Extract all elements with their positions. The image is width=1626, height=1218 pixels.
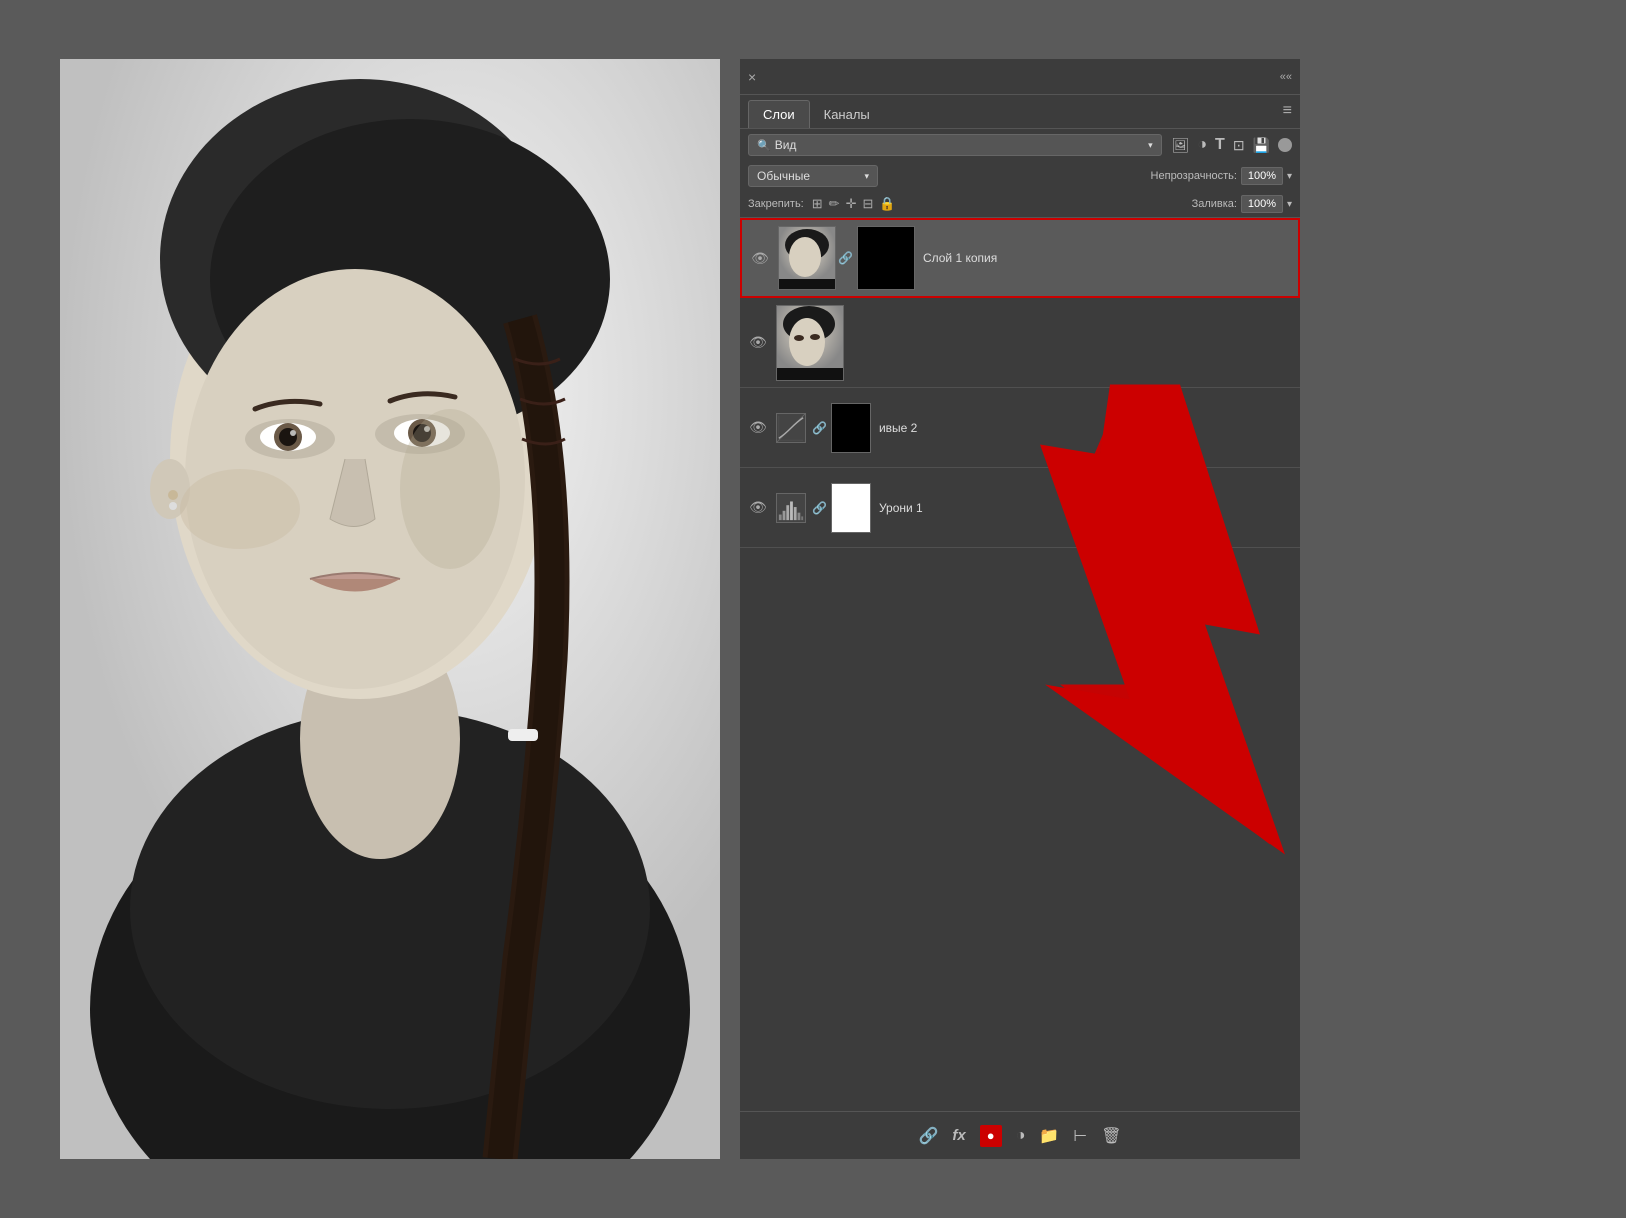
- opacity-arrow[interactable]: ▾: [1287, 171, 1292, 182]
- chain-icon-curves2: 🔗: [812, 421, 827, 435]
- layer-thumb-layer1copy: [778, 226, 836, 290]
- lock-all-icon[interactable]: 🔒: [879, 196, 895, 212]
- thumb-svg-layer1: [777, 306, 844, 381]
- blend-arrow: ▾: [864, 171, 869, 182]
- mask-thumb-curves2: [831, 403, 871, 453]
- mask-thumb-layer1copy: [857, 226, 915, 290]
- eye-icon-levels1[interactable]: 👁: [748, 500, 768, 516]
- lock-paint-icon[interactable]: ✏: [829, 196, 840, 212]
- blend-mode-label: Обычные: [757, 169, 810, 183]
- eye-symbol-layer1copy: 👁: [751, 250, 769, 267]
- circle-btn-label: ●: [987, 1128, 995, 1143]
- text-icon[interactable]: T: [1215, 136, 1225, 154]
- eye-symbol-layer1: 👁: [749, 334, 767, 351]
- eye-icon-layer1[interactable]: 👁: [748, 335, 768, 351]
- layer-name-layer1copy: Слой 1 копия: [923, 251, 1290, 265]
- half-circle-btn[interactable]: ◑: [1016, 1127, 1026, 1145]
- canvas-area: [60, 59, 720, 1159]
- eye-icon-layer1copy[interactable]: 👁: [750, 250, 770, 266]
- blend-mode-dropdown[interactable]: Обычные ▾: [748, 165, 878, 187]
- opacity-label: Непрозрачность:: [1151, 170, 1237, 182]
- lock-label: Закрепить:: [748, 198, 804, 210]
- filter-label: Вид: [775, 138, 797, 152]
- fill-arrow[interactable]: ▾: [1287, 199, 1292, 210]
- eye-symbol-levels1: 👁: [749, 499, 767, 516]
- save-icon[interactable]: 💾: [1253, 137, 1270, 154]
- mask-thumb-levels1: [831, 483, 871, 533]
- fill-label: Заливка:: [1192, 198, 1237, 210]
- layer-name-curves2: ивые 2: [879, 421, 1292, 435]
- panel-header: × ««: [740, 59, 1300, 95]
- lock-move-icon[interactable]: ✛: [846, 196, 857, 212]
- fill-value[interactable]: 100%: [1241, 195, 1283, 213]
- half-circle-icon[interactable]: ◑: [1197, 136, 1207, 154]
- new-layer-icon[interactable]: ●: [980, 1125, 1002, 1147]
- tab-layers[interactable]: Слои: [748, 100, 810, 128]
- toolbar-icons: 🖼 ◑ T ⊡ 💾: [1172, 136, 1292, 154]
- lock-fill-row: Закрепить: ⊞ ✏ ✛ ⊟ 🔒 Заливка: 100% ▾: [740, 191, 1300, 218]
- filter-dropdown[interactable]: 🔍 Вид ▾: [748, 134, 1162, 156]
- eye-symbol-curves2: 👁: [749, 419, 767, 436]
- opacity-value[interactable]: 100%: [1241, 167, 1283, 185]
- lock-pixels-icon[interactable]: ⊞: [812, 196, 823, 212]
- eye-icon-curves2[interactable]: 👁: [748, 420, 768, 436]
- layer-thumb-layer1: [776, 305, 844, 381]
- filter-arrow: ▾: [1148, 140, 1153, 151]
- chain-icon-levels1: 🔗: [812, 501, 827, 515]
- layer-item-levels1[interactable]: 👁 🔗: [740, 468, 1300, 548]
- dot-icon: [1278, 138, 1292, 152]
- trash-icon[interactable]: 🗑: [1101, 1126, 1121, 1146]
- panel-tabs: Слои Каналы ≡: [740, 95, 1300, 129]
- layer-item-layer1copy[interactable]: 👁: [740, 218, 1300, 298]
- photo-content: [60, 59, 720, 1159]
- image-icon[interactable]: 🖼: [1172, 137, 1190, 154]
- photo-thumb-inner-layer1copy: [779, 227, 835, 289]
- portrait-svg: [60, 59, 720, 1159]
- curves-svg: [777, 414, 805, 442]
- thumb-svg-layer1copy: [779, 227, 836, 290]
- panel-collapse-btn[interactable]: ««: [1280, 71, 1292, 83]
- chain-icon-layer1copy: 🔗: [838, 251, 853, 265]
- tab-channels[interactable]: Каналы: [810, 101, 884, 128]
- search-icon: 🔍: [757, 139, 771, 152]
- blend-opacity-row: Обычные ▾ Непрозрачность: 100% ▾: [740, 161, 1300, 191]
- folder-icon[interactable]: 📁: [1039, 1126, 1059, 1146]
- layer-item-curves2[interactable]: 👁 🔗 ивые 2: [740, 388, 1300, 468]
- filter-row: 🔍 Вид ▾ 🖼 ◑ T ⊡ 💾: [740, 129, 1300, 161]
- opacity-section: Непрозрачность: 100% ▾: [1151, 167, 1292, 185]
- levels-svg: [777, 493, 805, 523]
- lock-artboard-icon[interactable]: ⊟: [862, 196, 873, 212]
- crop-btn[interactable]: ⊢: [1073, 1126, 1087, 1146]
- levels-adj-icon: [776, 493, 806, 523]
- curves-adj-icon: [776, 413, 806, 443]
- panel-menu-icon[interactable]: ≡: [1283, 102, 1292, 128]
- layer-item-layer1[interactable]: 👁: [740, 298, 1300, 388]
- fx-icon[interactable]: fx: [952, 1127, 965, 1144]
- layers-list: 👁: [740, 218, 1300, 1111]
- transform-icon[interactable]: ⊡: [1233, 137, 1245, 154]
- link-icon[interactable]: 🔗: [918, 1126, 938, 1146]
- layers-panel: × «« Слои Каналы ≡ 🔍 Вид ▾ 🖼 ◑ T ⊡ 💾: [740, 59, 1300, 1159]
- layer-name-levels1: Урони 1: [879, 501, 1292, 515]
- bottom-toolbar: 🔗 fx ● ◑ 📁 ⊢ 🗑: [740, 1111, 1300, 1159]
- portrait-overlay: [60, 59, 720, 1159]
- lock-icons: ⊞ ✏ ✛ ⊟ 🔒: [812, 196, 896, 212]
- panel-close-btn[interactable]: ×: [748, 69, 756, 85]
- fill-section: Заливка: 100% ▾: [1192, 195, 1292, 213]
